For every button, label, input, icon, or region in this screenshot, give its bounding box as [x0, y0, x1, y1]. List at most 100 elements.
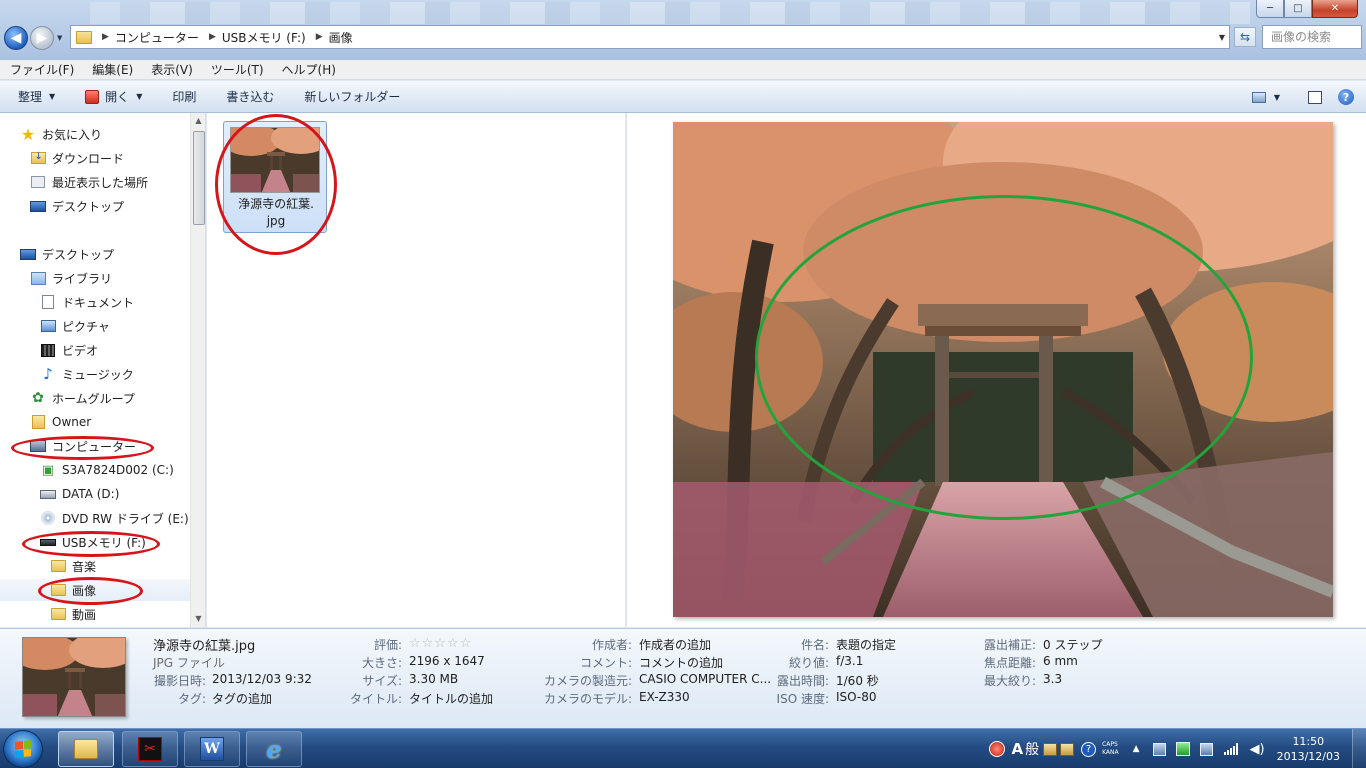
tags-value[interactable]: タグの追加 [212, 690, 272, 707]
camera-maker-value[interactable]: CASIO COMPUTER C... [639, 672, 771, 686]
breadcrumb-images[interactable]: 画像 [329, 29, 353, 46]
ime-tool-icon[interactable] [1043, 742, 1058, 756]
authors-value[interactable]: 作成者の追加 [639, 636, 711, 653]
nav-folder-music[interactable]: 音楽 [0, 555, 190, 577]
nav-pictures[interactable]: ピクチャ [0, 315, 190, 337]
title-value[interactable]: タイトルの追加 [409, 690, 493, 707]
nav-libraries[interactable]: ライブラリ [0, 267, 190, 289]
address-bar[interactable]: ▶ コンピューター ▶ USBメモリ (F:) ▶ 画像 ▼ [70, 25, 1230, 49]
burn-button[interactable]: 書き込む [226, 88, 274, 105]
camera-model-value[interactable]: EX-Z330 [639, 690, 690, 704]
show-hidden-icons-button[interactable]: ▲ [1133, 744, 1140, 754]
search-input[interactable]: 画像の検索 [1262, 25, 1362, 49]
maximize-button[interactable]: □ [1284, 0, 1312, 18]
scroll-up-icon[interactable]: ▲ [191, 113, 205, 129]
menu-help[interactable]: ヘルプ(H) [272, 61, 344, 78]
nav-label: 動画 [72, 607, 97, 622]
windows-logo-icon [15, 740, 31, 758]
snipping-tool-icon: ✂ [138, 737, 162, 761]
forward-button[interactable]: ▶ [30, 26, 54, 50]
taskbar-explorer[interactable] [58, 731, 114, 767]
file-tile[interactable]: 浄源寺の紅葉. jpg [223, 121, 327, 233]
fstop-value[interactable]: f/3.1 [836, 654, 863, 668]
breadcrumb-chevron-icon[interactable]: ▶ [316, 32, 323, 42]
nav-label: DVD RW ドライブ (E:) [62, 511, 189, 526]
open-button[interactable]: 開く ▼ [85, 88, 142, 105]
taskbar-word[interactable]: W [184, 731, 240, 767]
max-aperture-label: 最大絞り: [983, 674, 1036, 688]
ime-help-icon[interactable]: ? [1081, 741, 1097, 757]
comments-value[interactable]: コメントの追加 [639, 654, 723, 671]
menu-edit[interactable]: 編集(E) [82, 61, 141, 78]
explorer-icon [74, 739, 98, 759]
nav-recent-places[interactable]: 最近表示した場所 [0, 171, 190, 193]
network-signal-icon[interactable] [1223, 743, 1238, 755]
rating-stars[interactable]: ☆☆☆☆☆ [409, 636, 472, 651]
network-device-icon[interactable] [1152, 742, 1166, 756]
date-taken-value[interactable]: 2013/12/03 9:32 [212, 672, 312, 686]
taskbar-snipping-tool[interactable]: ✂ [122, 731, 178, 767]
iso-value[interactable]: ISO-80 [836, 690, 877, 704]
max-aperture-value[interactable]: 3.3 [1043, 672, 1062, 686]
recent-pages-dropdown[interactable]: ▼ [57, 34, 62, 42]
ime-dictionary-mode[interactable]: 般 [1025, 739, 1039, 759]
exposure-bias-value[interactable]: 0 ステップ [1043, 636, 1102, 653]
preview-pane-icon[interactable] [1308, 90, 1322, 104]
nav-drive-e[interactable]: DVD RW ドライブ (E:) [0, 507, 190, 529]
menu-file[interactable]: ファイル(F) [0, 61, 82, 78]
file-name-label: 浄源寺の紅葉. jpg [224, 196, 328, 230]
nav-videos[interactable]: ビデオ [0, 339, 190, 361]
refresh-button[interactable]: ⇆ [1234, 27, 1256, 47]
focal-length-value[interactable]: 6 mm [1043, 654, 1078, 668]
close-button[interactable]: ✕ [1312, 0, 1358, 18]
volume-icon[interactable]: ◀) [1250, 742, 1265, 757]
security-alert-icon[interactable] [989, 741, 1006, 757]
change-view-icon[interactable] [1251, 91, 1266, 103]
ime-input-mode[interactable]: A [1011, 740, 1023, 758]
breadcrumb-chevron-icon[interactable]: ▶ [102, 32, 109, 42]
scroll-thumb[interactable] [193, 131, 205, 225]
nav-drive-d[interactable]: DATA (D:) [0, 483, 190, 505]
breadcrumb-chevron-icon[interactable]: ▶ [209, 32, 216, 42]
nav-music[interactable]: ♪ ミュージック [0, 363, 190, 385]
nav-label: ダウンロード [52, 151, 125, 166]
nav-favorites[interactable]: ★ お気に入り [0, 123, 190, 145]
nav-downloads[interactable]: ダウンロード [0, 147, 190, 169]
breadcrumb-computer[interactable]: コンピューター [115, 29, 199, 46]
address-history-dropdown[interactable]: ▼ [1219, 33, 1225, 42]
organize-button[interactable]: 整理 ▼ [18, 88, 55, 105]
help-icon[interactable]: ? [1338, 89, 1354, 105]
new-folder-button[interactable]: 新しいフォルダー [304, 88, 400, 105]
minimize-button[interactable]: ─ [1256, 0, 1284, 18]
nav-desktop-favorite[interactable]: デスクトップ [0, 195, 190, 217]
nav-owner[interactable]: Owner [0, 411, 190, 433]
caps-indicator: CAPS [1102, 741, 1118, 748]
folder-icon [50, 607, 66, 621]
file-name-line-1: 浄源寺の紅葉. [238, 197, 314, 211]
menu-view[interactable]: 表示(V) [141, 61, 201, 78]
nav-scrollbar[interactable]: ▲ ▼ [190, 113, 205, 627]
start-button[interactable] [3, 730, 43, 768]
nav-homegroup[interactable]: ✿ ホームグループ [0, 387, 190, 409]
nav-folder-images[interactable]: 画像 [0, 579, 190, 601]
menu-tools[interactable]: ツール(T) [201, 61, 272, 78]
nav-drive-f[interactable]: USBメモリ (F:) [0, 531, 190, 553]
scroll-down-icon[interactable]: ▼ [191, 611, 205, 627]
show-desktop-button[interactable] [1352, 729, 1366, 768]
action-center-icon[interactable] [1175, 742, 1190, 756]
subject-value[interactable]: 表題の指定 [836, 636, 896, 653]
nav-folder-videos[interactable]: 動画 [0, 603, 190, 625]
nav-desktop[interactable]: デスクトップ [0, 243, 190, 265]
nav-drive-c[interactable]: ▣ S3A7824D002 (C:) [0, 459, 190, 481]
breadcrumb-usb-drive[interactable]: USBメモリ (F:) [222, 29, 306, 46]
chevron-down-icon[interactable]: ▼ [1274, 93, 1280, 102]
clock[interactable]: 11:50 2013/12/03 [1277, 734, 1340, 764]
nav-documents[interactable]: ドキュメント [0, 291, 190, 313]
ime-pad-icon[interactable] [1060, 742, 1075, 756]
nav-computer[interactable]: コンピューター [0, 435, 190, 457]
safely-remove-hardware-icon[interactable] [1199, 742, 1213, 756]
exposure-value[interactable]: 1/60 秒 [836, 672, 879, 689]
taskbar-internet-explorer[interactable]: e [246, 731, 302, 767]
print-button[interactable]: 印刷 [172, 88, 196, 105]
back-button[interactable]: ◀ [4, 26, 28, 50]
